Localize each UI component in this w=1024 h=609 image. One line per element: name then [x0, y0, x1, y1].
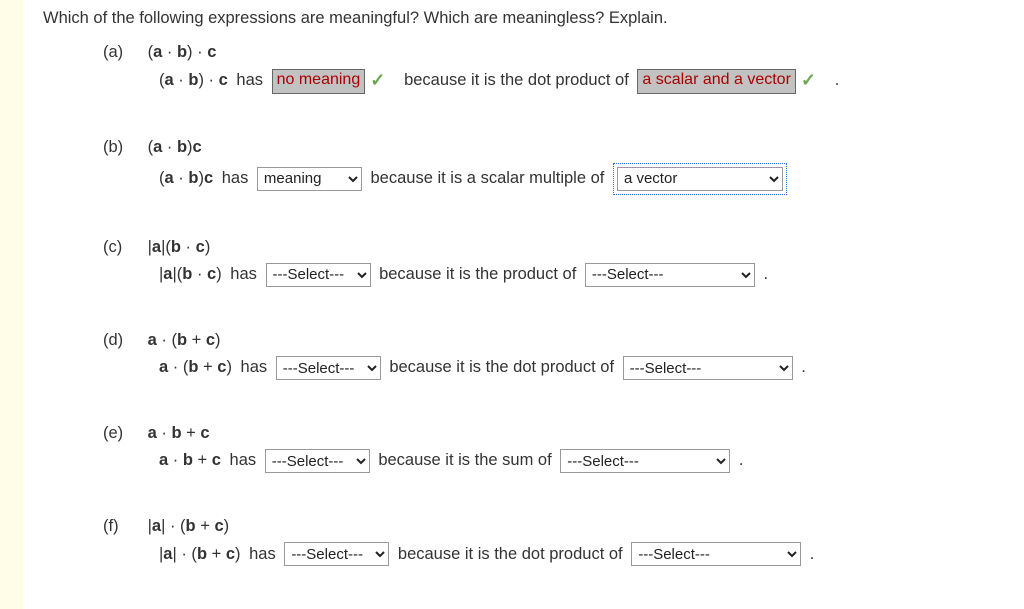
- tail-text: .: [759, 262, 768, 288]
- part-b-expr2: (a · b)c: [159, 166, 213, 192]
- part-f: (f) |a| · (b + c) |a| · (b + c) has ---S…: [103, 514, 1018, 567]
- part-b-expr: (a · b)c: [148, 138, 202, 156]
- part-a-select-meaning[interactable]: no meaning: [272, 69, 366, 94]
- mid-text: because it is the product of: [375, 262, 581, 288]
- part-a-expr2: (a · b) · c: [159, 68, 228, 94]
- part-c-expr: |a|(b · c): [148, 238, 211, 256]
- part-a-label: (a): [103, 40, 143, 66]
- has-text: has: [226, 262, 262, 288]
- part-a-select-object[interactable]: a scalar and a vector: [637, 69, 796, 94]
- part-e-select-meaning[interactable]: ---Select---meaningno meaning: [265, 449, 370, 473]
- part-a: (a) (a · b) · c (a · b) · c has no meani…: [103, 40, 1018, 95]
- part-b-label: (b): [103, 135, 143, 161]
- part-f-select-meaning[interactable]: ---Select---meaningno meaning: [284, 542, 389, 566]
- part-e-expr2: a · b + c: [159, 448, 221, 474]
- has-text: has: [225, 448, 261, 474]
- mid-text: because it is the dot product of: [390, 68, 633, 94]
- part-b: (b) (a · b)c (a · b)c has ---Select---me…: [103, 135, 1018, 195]
- mid-text: because it is the sum of: [374, 448, 557, 474]
- part-c-select-meaning[interactable]: ---Select---meaningno meaning: [266, 263, 371, 287]
- part-e-select-object[interactable]: ---Select---a vectora scalartwo scalarst…: [560, 449, 730, 473]
- tail-text: .: [821, 68, 839, 94]
- mid-text: because it is a scalar multiple of: [366, 166, 609, 192]
- part-b-select-object[interactable]: ---Select---a vectora scalartwo scalarst…: [617, 167, 783, 191]
- check-icon: ✓: [800, 67, 817, 95]
- part-f-expr: |a| · (b + c): [148, 517, 230, 535]
- part-d-expr2: a · (b + c): [159, 355, 232, 381]
- part-d-label: (d): [103, 328, 143, 354]
- part-f-label: (f): [103, 514, 143, 540]
- has-text: has: [245, 542, 281, 568]
- margin-strip: [0, 0, 23, 609]
- part-e-expr: a · b + c: [148, 424, 210, 442]
- part-f-select-object[interactable]: ---Select---a vectora scalartwo scalarst…: [631, 542, 801, 566]
- has-text: has: [232, 68, 268, 94]
- part-d: (d) a · (b + c) a · (b + c) has ---Selec…: [103, 328, 1018, 381]
- part-c-select-object[interactable]: ---Select---a vectora scalartwo scalarst…: [585, 263, 755, 287]
- part-e-label: (e): [103, 421, 143, 447]
- check-icon: ✓: [369, 67, 386, 95]
- part-e: (e) a · b + c a · b + c has ---Select---…: [103, 421, 1018, 474]
- part-c-label: (c): [103, 235, 143, 261]
- tail-text: .: [797, 355, 806, 381]
- part-d-expr: a · (b + c): [148, 331, 221, 349]
- part-a-expr: (a · b) · c: [148, 43, 217, 61]
- has-text: has: [217, 166, 253, 192]
- part-d-select-object[interactable]: ---Select---a vectora scalartwo scalarst…: [623, 356, 793, 380]
- tail-text: .: [734, 448, 743, 474]
- focus-highlight: ---Select---a vectora scalartwo scalarst…: [613, 163, 787, 195]
- question-content: Which of the following expressions are m…: [23, 0, 1024, 609]
- part-d-select-meaning[interactable]: ---Select---meaningno meaning: [276, 356, 381, 380]
- question-prompt: Which of the following expressions are m…: [43, 6, 1018, 32]
- part-c-expr2: |a|(b · c): [159, 262, 222, 288]
- part-f-expr2: |a| · (b + c): [159, 542, 241, 568]
- part-b-select-meaning[interactable]: ---Select---meaningno meaning: [257, 167, 362, 191]
- part-c: (c) |a|(b · c) |a|(b · c) has ---Select-…: [103, 235, 1018, 288]
- tail-text: .: [805, 542, 814, 568]
- mid-text: because it is the dot product of: [385, 355, 619, 381]
- has-text: has: [236, 355, 272, 381]
- mid-text: because it is the dot product of: [393, 542, 627, 568]
